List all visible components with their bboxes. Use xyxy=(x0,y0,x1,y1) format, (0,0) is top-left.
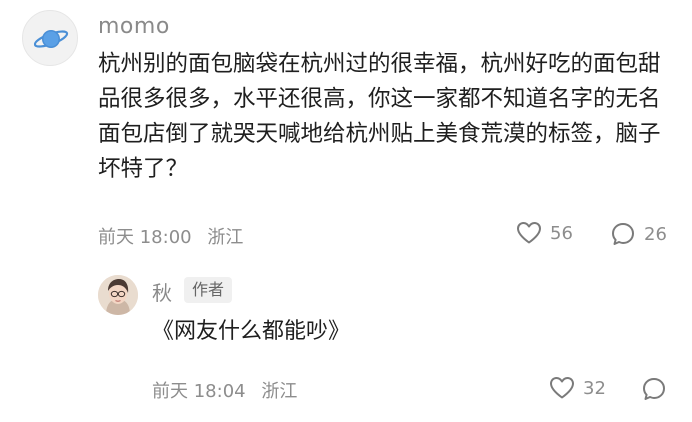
comment-text: 杭州别的面包脑袋在杭州过的很幸福，杭州好吃的面包甜品很多很多，水平还很高，你这一… xyxy=(98,51,661,182)
commenter-avatar[interactable] xyxy=(22,10,78,66)
reply-reply-button[interactable] xyxy=(641,376,667,402)
comment-reply-button[interactable]: 26 xyxy=(610,221,667,247)
user-photo-icon xyxy=(98,275,138,315)
reply-location: 浙江 xyxy=(261,381,298,402)
comment-location: 浙江 xyxy=(207,227,244,248)
speech-bubble-icon xyxy=(643,378,665,400)
reply-meta: 前天 18:04 浙江 xyxy=(152,377,297,403)
reply-username[interactable]: 秋 xyxy=(152,277,172,306)
speech-bubble-icon xyxy=(612,223,634,245)
reply-text: 《网友什么都能吵》 xyxy=(152,319,351,344)
comment-like-count: 56 xyxy=(550,222,573,244)
comment-reply-count: 26 xyxy=(644,223,667,245)
reply-like-count: 32 xyxy=(583,377,606,399)
comment-time: 前天 18:00 xyxy=(98,227,192,248)
comment-meta: 前天 18:00 浙江 xyxy=(98,223,243,249)
planet-icon xyxy=(33,30,69,48)
author-badge: 作者 xyxy=(184,277,233,303)
commenter-username[interactable]: momo xyxy=(98,14,170,39)
heart-icon xyxy=(517,222,541,244)
reply-like-button[interactable]: 32 xyxy=(549,376,606,400)
reply-time: 前天 18:04 xyxy=(152,381,246,402)
comment-like-button[interactable]: 56 xyxy=(516,221,573,245)
reply-avatar[interactable] xyxy=(98,275,138,315)
heart-icon xyxy=(550,377,574,399)
